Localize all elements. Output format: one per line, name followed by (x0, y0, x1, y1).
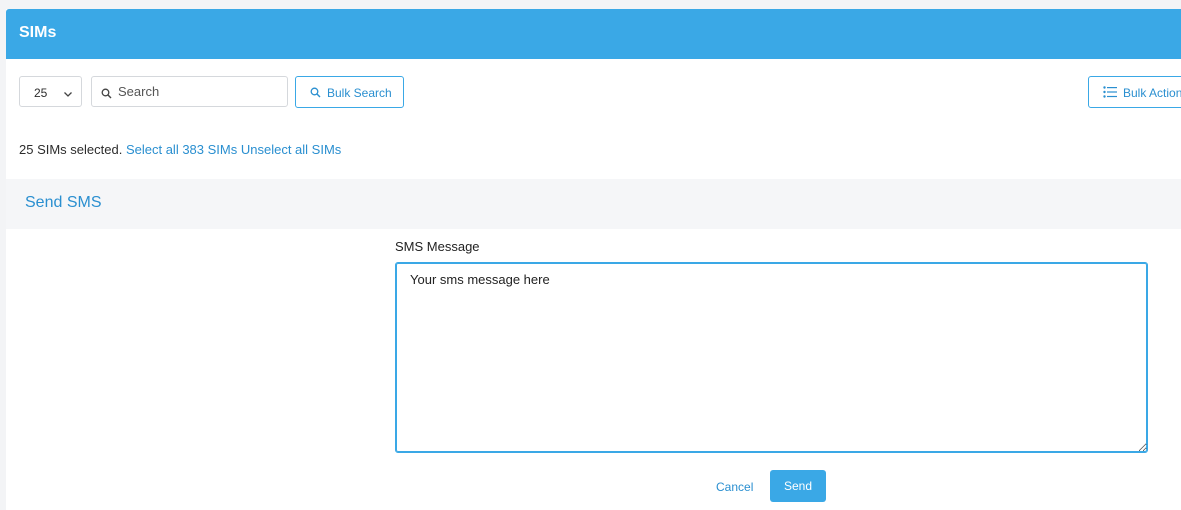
per-page-select[interactable]: 25 (19, 76, 82, 107)
send-button[interactable]: Send (770, 470, 826, 502)
send-sms-header: Send SMS (6, 179, 1181, 229)
search-box[interactable] (91, 76, 288, 107)
unselect-all-link[interactable]: Unselect all SIMs (241, 142, 341, 157)
selection-bar: 25 SIMs selected. Select all 383 SIMs Un… (19, 142, 341, 157)
sms-message-label: SMS Message (395, 239, 480, 254)
page-title: SIMs (19, 24, 57, 41)
sms-message-textarea[interactable]: Your sms message here (395, 262, 1148, 453)
sims-panel: SIMs 25 Bulk Search Bulk Action 25 SIMs … (6, 9, 1181, 510)
list-icon (1103, 86, 1117, 101)
bulk-search-label: Bulk Search (327, 86, 392, 100)
page-header: SIMs (6, 9, 1181, 59)
cancel-button[interactable]: Cancel (716, 480, 753, 494)
search-input[interactable] (118, 77, 283, 106)
search-icon (101, 86, 112, 104)
bulk-action-button[interactable]: Bulk Action (1088, 76, 1181, 108)
bulk-action-label: Bulk Action (1123, 86, 1181, 100)
send-sms-title: Send SMS (25, 194, 102, 211)
per-page-value: 25 (34, 86, 48, 100)
select-all-link[interactable]: Select all 383 SIMs (126, 142, 237, 157)
chevron-down-icon (63, 86, 73, 104)
search-icon (310, 87, 321, 101)
bulk-search-button[interactable]: Bulk Search (295, 76, 404, 108)
selection-status: 25 SIMs selected. (19, 142, 123, 157)
